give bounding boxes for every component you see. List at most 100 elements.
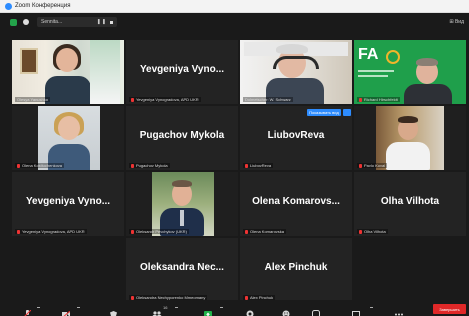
participant-name: Olena Komarovska [250,229,285,234]
zoom-window: Zoom Конференция Sennita... ❚❚ ⊞ Вид Ole… [0,0,469,316]
share-screen-icon [204,311,212,316]
participant-bigname: Yevgeniya Vyno... [139,64,225,75]
security-shield-icon[interactable] [10,18,17,26]
participant-nametag: Olesya Yanushko [15,97,50,102]
participant-video [240,40,352,104]
participant-name: Dolmetscher: W. Schwarz [245,97,291,102]
participant-tile[interactable]: Olena Kostiuchenkova [12,106,124,170]
participant-bigname: Olha Vilhota [380,196,440,207]
participant-nametag: Oleksandr Pevchykov (UKR) [129,229,189,234]
participant-tile[interactable]: Oleksandr Pevchykov (UKR) [126,172,238,236]
mic-muted-icon [131,163,134,168]
meeting-top-bar: Sennita... ❚❚ ⊞ Вид [0,12,469,32]
view-label: Вид [454,19,464,25]
mic-muted-icon [17,163,20,168]
participant-nametag: Pugachov Mykola [129,163,170,168]
view-button[interactable]: ⊞ Вид [449,19,464,25]
participant-name: Pavlo Koval [364,163,386,168]
participant-name: Yevgeniya Vynogradova, APD UKR [136,97,199,102]
mic-button[interactable] [24,305,32,316]
fa-logo: FA [358,46,378,64]
video-options-caret[interactable] [77,307,80,310]
participant-nametag: Yevgeniya Vynogradova, APD UKR [15,229,87,234]
participant-tile[interactable]: Alex Pinchuk Alex Pinchuk [240,238,352,302]
mic-options-caret[interactable] [37,307,40,310]
mic-muted-icon [245,163,248,168]
participant-video [354,106,466,170]
whiteboard-options-caret[interactable] [370,307,373,310]
meeting-info-icon[interactable] [23,19,29,25]
logo-ring-icon [386,50,400,64]
leave-meeting-button[interactable]: Завершить [433,304,466,314]
participant-name: LiubovReva [250,163,272,168]
mic-muted-icon [245,295,248,300]
speaker-indicator[interactable]: Sennita... ❚❚ [37,17,117,27]
more-button[interactable] [394,305,404,316]
participant-tile[interactable]: Olha Vilhota Olha Vilhota [354,172,466,236]
leave-label: Завершить [439,306,460,312]
participant-nametag: Yevgeniya Vynogradova, APD UKR [129,97,201,102]
mic-muted-icon [359,97,362,102]
meeting-toolbar: 16 Завершить [0,300,469,316]
translation-options-button[interactable] [343,109,351,116]
participant-tile[interactable]: Pavlo Koval [354,106,466,170]
participant-tile[interactable]: Pugachov Mykola Pugachov Mykola [126,106,238,170]
participant-nametag: Olha Vilhota [357,229,388,234]
mic-muted-icon [17,229,20,234]
window-title: Zoom Конференция [15,3,71,9]
participant-video [12,40,124,104]
participant-tile[interactable]: Olena Komarovs... Olena Komarovska [240,172,352,236]
share-options-caret[interactable] [220,307,223,310]
mic-muted-icon [359,163,362,168]
participants-button[interactable] [152,305,162,316]
mic-muted-icon [131,229,134,234]
participants-count: 16 [163,305,168,310]
speaker-pause-icon[interactable]: ❚❚ [97,19,107,25]
participant-video: FA [354,40,466,104]
participant-bigname: Olena Komarovs... [252,196,340,207]
mic-muted-icon [131,97,134,102]
participant-name: Richard Hirschfeldt [364,97,398,102]
participant-tile[interactable]: FA Richard Hirschfeldt [354,40,466,104]
whiteboard-icon [352,311,360,316]
participant-nametag: LiubovReva [243,163,274,168]
reactions-button[interactable] [282,305,290,316]
camera-icon [62,310,71,316]
participant-tile[interactable]: Dolmetscher: W. Schwarz [240,40,352,104]
record-icon [246,310,254,316]
participant-bigname: Pugachov Mykola [139,130,225,141]
participant-tile[interactable]: Yevgeniya Vyno... Yevgeniya Vynogradova,… [12,172,124,236]
translation-view-button[interactable]: Показывать вид [307,109,341,116]
whiteboard-button[interactable] [352,305,360,316]
mic-muted-icon [245,229,248,234]
security-icon [110,311,117,316]
fa-logo-text: FA [358,46,379,63]
participant-name: Olesya Yanushko [17,97,48,102]
speaker-stop-icon[interactable] [110,20,113,24]
participant-name: Oleksandr Pevchykov (UKR) [136,229,187,234]
participants-icon [152,311,162,316]
participant-tile[interactable]: Yevgeniya Vyno... Yevgeniya Vynogradova,… [126,40,238,104]
share-screen-button[interactable] [204,305,212,316]
participant-tile[interactable]: Oleksandra Nec... Oleksandra Nechyporenk… [126,238,238,302]
participant-nametag: Richard Hirschfeldt [357,97,400,102]
participant-nametag: Olena Komarovska [243,229,287,234]
more-icon [395,313,403,316]
apps-icon [312,310,320,316]
zoom-logo-icon [5,2,12,10]
participant-tile[interactable]: Olesya Yanushko [12,40,124,104]
reactions-icon [282,310,290,316]
security-button[interactable] [110,305,117,316]
record-button[interactable] [246,305,254,316]
participant-nametag: Pavlo Koval [357,163,388,168]
video-button[interactable] [62,305,71,316]
participants-options-caret[interactable] [175,307,178,310]
participant-name: Yevgeniya Vynogradova, APD UKR [22,229,85,234]
participant-name: Olha Vilhota [364,229,386,234]
participant-bigname: Oleksandra Nec... [140,262,224,273]
participant-video [12,106,124,170]
speaker-label: Sennita... [41,19,63,25]
mic-muted-icon [359,229,362,234]
mic-muted-icon [131,295,134,300]
apps-button[interactable] [312,305,320,316]
